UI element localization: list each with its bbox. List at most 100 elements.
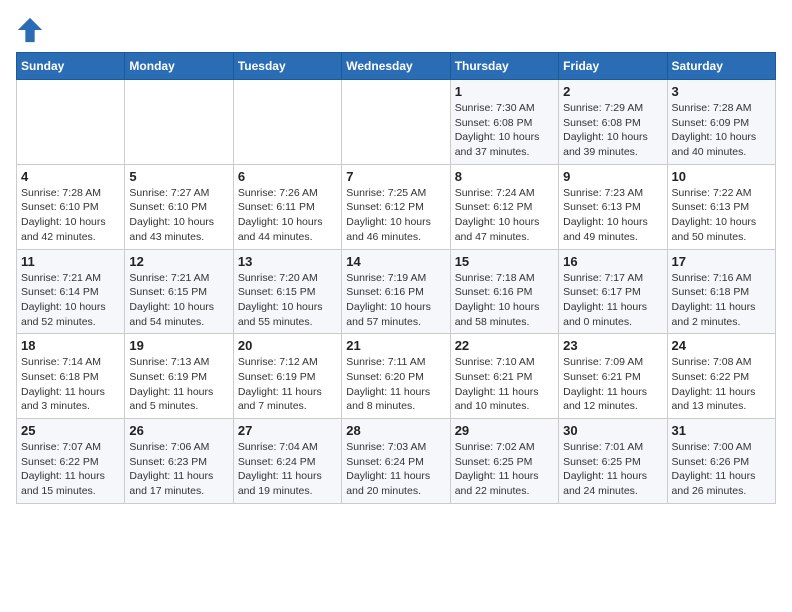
header-day-sunday: Sunday: [17, 53, 125, 80]
calendar-header: SundayMondayTuesdayWednesdayThursdayFrid…: [17, 53, 776, 80]
calendar-cell: 20Sunrise: 7:12 AMSunset: 6:19 PMDayligh…: [233, 334, 341, 419]
day-info: Sunrise: 7:07 AMSunset: 6:22 PMDaylight:…: [21, 440, 120, 499]
day-info: Sunrise: 7:23 AMSunset: 6:13 PMDaylight:…: [563, 186, 662, 245]
day-info: Sunrise: 7:11 AMSunset: 6:20 PMDaylight:…: [346, 355, 445, 414]
day-info: Sunrise: 7:02 AMSunset: 6:25 PMDaylight:…: [455, 440, 554, 499]
calendar-cell: 4 Sunrise: 7:28 AMSunset: 6:10 PMDaylight…: [17, 164, 125, 249]
calendar-cell: 2 Sunrise: 7:29 AMSunset: 6:08 PMDaylight…: [559, 80, 667, 165]
day-info: Sunrise: 7:01 AMSunset: 6:25 PMDaylight:…: [563, 440, 662, 499]
day-number: 12: [129, 254, 228, 269]
day-number: 31: [672, 423, 771, 438]
calendar-cell: 16 Sunrise: 7:17 AMSunset: 6:17 PMDayligh…: [559, 249, 667, 334]
day-info: Sunrise: 7:09 AMSunset: 6:21 PMDaylight:…: [563, 355, 662, 414]
day-number: 8: [455, 169, 554, 184]
day-info: Sunrise: 7:10 AMSunset: 6:21 PMDaylight:…: [455, 355, 554, 414]
day-info: Sunrise: 7:17 AMSunset: 6:17 PMDaylight:…: [563, 271, 662, 330]
day-info: Sunrise: 7:20 AMSunset: 6:15 PMDaylight:…: [238, 271, 337, 330]
calendar-cell: 17Sunrise: 7:16 AMSunset: 6:18 PMDayligh…: [667, 249, 775, 334]
day-info: Sunrise: 7:14 AMSunset: 6:18 PMDaylight:…: [21, 355, 120, 414]
calendar-cell: [17, 80, 125, 165]
day-number: 23: [563, 338, 662, 353]
logo: [16, 16, 48, 44]
day-number: 7: [346, 169, 445, 184]
day-number: 5: [129, 169, 228, 184]
header-day-tuesday: Tuesday: [233, 53, 341, 80]
day-number: 10: [672, 169, 771, 184]
week-row-1: 4 Sunrise: 7:28 AMSunset: 6:10 PMDaylight…: [17, 164, 776, 249]
day-number: 9: [563, 169, 662, 184]
calendar-cell: 26Sunrise: 7:06 AMSunset: 6:23 PMDayligh…: [125, 419, 233, 504]
day-info: Sunrise: 7:12 AMSunset: 6:19 PMDaylight:…: [238, 355, 337, 414]
calendar-cell: 15Sunrise: 7:18 AMSunset: 6:16 PMDayligh…: [450, 249, 558, 334]
day-number: 6: [238, 169, 337, 184]
day-info: Sunrise: 7:03 AMSunset: 6:24 PMDaylight:…: [346, 440, 445, 499]
logo-icon: [16, 16, 44, 44]
day-number: 24: [672, 338, 771, 353]
day-number: 18: [21, 338, 120, 353]
page-header: [16, 16, 776, 44]
calendar-cell: 6 Sunrise: 7:26 AMSunset: 6:11 PMDaylight…: [233, 164, 341, 249]
day-number: 25: [21, 423, 120, 438]
day-number: 19: [129, 338, 228, 353]
calendar-cell: 10 Sunrise: 7:22 AMSunset: 6:13 PMDayligh…: [667, 164, 775, 249]
calendar-cell: 3 Sunrise: 7:28 AMSunset: 6:09 PMDaylight…: [667, 80, 775, 165]
day-info: Sunrise: 7:04 AMSunset: 6:24 PMDaylight:…: [238, 440, 337, 499]
day-number: 14: [346, 254, 445, 269]
calendar-cell: [125, 80, 233, 165]
calendar-cell: 1 Sunrise: 7:30 AMSunset: 6:08 PMDaylight…: [450, 80, 558, 165]
header-day-monday: Monday: [125, 53, 233, 80]
day-info: Sunrise: 7:21 AMSunset: 6:14 PMDaylight:…: [21, 271, 120, 330]
calendar-cell: 11Sunrise: 7:21 AMSunset: 6:14 PMDayligh…: [17, 249, 125, 334]
calendar-cell: [233, 80, 341, 165]
day-number: 2: [563, 84, 662, 99]
calendar-cell: 5 Sunrise: 7:27 AMSunset: 6:10 PMDaylight…: [125, 164, 233, 249]
day-number: 28: [346, 423, 445, 438]
day-number: 4: [21, 169, 120, 184]
day-info: Sunrise: 7:27 AMSunset: 6:10 PMDaylight:…: [129, 186, 228, 245]
calendar-cell: 30 Sunrise: 7:01 AMSunset: 6:25 PMDayligh…: [559, 419, 667, 504]
calendar-cell: 14Sunrise: 7:19 AMSunset: 6:16 PMDayligh…: [342, 249, 450, 334]
header-day-friday: Friday: [559, 53, 667, 80]
day-info: Sunrise: 7:08 AMSunset: 6:22 PMDaylight:…: [672, 355, 771, 414]
calendar-cell: 13 Sunrise: 7:20 AMSunset: 6:15 PMDayligh…: [233, 249, 341, 334]
day-info: Sunrise: 7:25 AMSunset: 6:12 PMDaylight:…: [346, 186, 445, 245]
day-info: Sunrise: 7:22 AMSunset: 6:13 PMDaylight:…: [672, 186, 771, 245]
calendar-cell: 7 Sunrise: 7:25 AMSunset: 6:12 PMDaylight…: [342, 164, 450, 249]
calendar-cell: 25 Sunrise: 7:07 AMSunset: 6:22 PMDayligh…: [17, 419, 125, 504]
day-info: Sunrise: 7:28 AMSunset: 6:10 PMDaylight:…: [21, 186, 120, 245]
header-day-wednesday: Wednesday: [342, 53, 450, 80]
week-row-0: 1 Sunrise: 7:30 AMSunset: 6:08 PMDaylight…: [17, 80, 776, 165]
day-number: 27: [238, 423, 337, 438]
calendar-cell: 19Sunrise: 7:13 AMSunset: 6:19 PMDayligh…: [125, 334, 233, 419]
day-info: Sunrise: 7:30 AMSunset: 6:08 PMDaylight:…: [455, 101, 554, 160]
calendar-cell: 22Sunrise: 7:10 AMSunset: 6:21 PMDayligh…: [450, 334, 558, 419]
day-info: Sunrise: 7:16 AMSunset: 6:18 PMDaylight:…: [672, 271, 771, 330]
calendar-cell: 29 Sunrise: 7:02 AMSunset: 6:25 PMDayligh…: [450, 419, 558, 504]
header-day-thursday: Thursday: [450, 53, 558, 80]
header-day-saturday: Saturday: [667, 53, 775, 80]
calendar-cell: 12Sunrise: 7:21 AMSunset: 6:15 PMDayligh…: [125, 249, 233, 334]
calendar-table: SundayMondayTuesdayWednesdayThursdayFrid…: [16, 52, 776, 504]
header-row: SundayMondayTuesdayWednesdayThursdayFrid…: [17, 53, 776, 80]
day-number: 1: [455, 84, 554, 99]
day-number: 30: [563, 423, 662, 438]
calendar-cell: 18 Sunrise: 7:14 AMSunset: 6:18 PMDayligh…: [17, 334, 125, 419]
day-info: Sunrise: 7:18 AMSunset: 6:16 PMDaylight:…: [455, 271, 554, 330]
calendar-cell: 23 Sunrise: 7:09 AMSunset: 6:21 PMDayligh…: [559, 334, 667, 419]
day-number: 3: [672, 84, 771, 99]
day-number: 13: [238, 254, 337, 269]
day-number: 29: [455, 423, 554, 438]
day-info: Sunrise: 7:06 AMSunset: 6:23 PMDaylight:…: [129, 440, 228, 499]
calendar-cell: 8 Sunrise: 7:24 AMSunset: 6:12 PMDaylight…: [450, 164, 558, 249]
calendar-cell: 28 Sunrise: 7:03 AMSunset: 6:24 PMDayligh…: [342, 419, 450, 504]
day-number: 16: [563, 254, 662, 269]
day-number: 21: [346, 338, 445, 353]
day-info: Sunrise: 7:29 AMSunset: 6:08 PMDaylight:…: [563, 101, 662, 160]
day-info: Sunrise: 7:28 AMSunset: 6:09 PMDaylight:…: [672, 101, 771, 160]
calendar-cell: 24 Sunrise: 7:08 AMSunset: 6:22 PMDayligh…: [667, 334, 775, 419]
calendar-cell: [342, 80, 450, 165]
day-info: Sunrise: 7:24 AMSunset: 6:12 PMDaylight:…: [455, 186, 554, 245]
day-info: Sunrise: 7:26 AMSunset: 6:11 PMDaylight:…: [238, 186, 337, 245]
calendar-cell: 27 Sunrise: 7:04 AMSunset: 6:24 PMDayligh…: [233, 419, 341, 504]
week-row-4: 25 Sunrise: 7:07 AMSunset: 6:22 PMDayligh…: [17, 419, 776, 504]
